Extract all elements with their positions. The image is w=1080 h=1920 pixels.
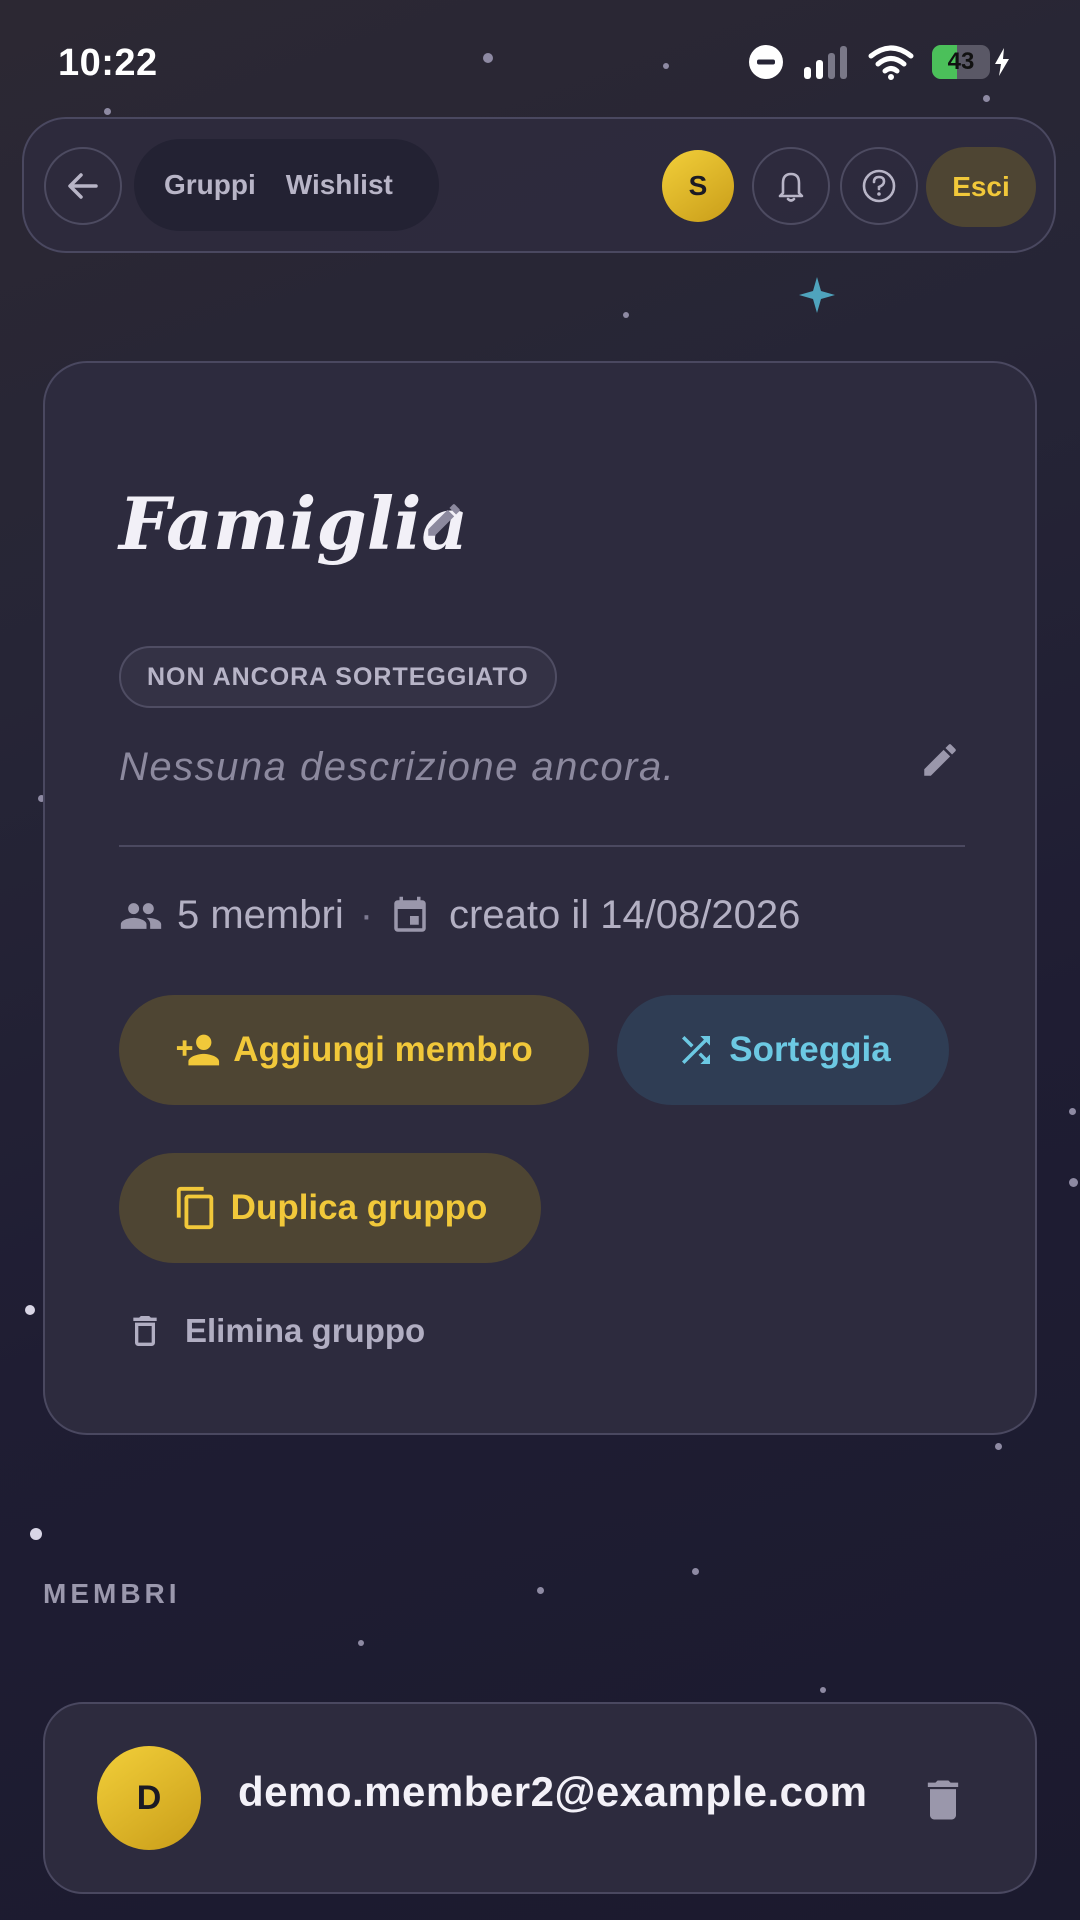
sparkle-icon <box>799 277 835 313</box>
edit-title-icon[interactable] <box>423 499 465 541</box>
help-button[interactable] <box>840 147 918 225</box>
calendar-icon <box>394 896 426 932</box>
separator-dot: · <box>359 893 374 937</box>
clock: 10:22 <box>58 42 158 84</box>
signal-icon <box>804 46 847 79</box>
star <box>30 1528 42 1540</box>
top-navigation-bar: Gruppi Wishlist S Esci <box>22 117 1056 253</box>
shuffle-icon <box>682 1036 711 1064</box>
notifications-button[interactable] <box>752 147 830 225</box>
list-item[interactable]: D demo.member2@example.com <box>43 1702 1037 1894</box>
members-section-title: MEMBRI <box>43 1578 181 1609</box>
group-title: Famiglia <box>119 481 469 566</box>
bell-icon <box>778 172 804 202</box>
edit-description-icon[interactable] <box>919 739 961 781</box>
star <box>537 1587 544 1594</box>
star <box>820 1687 826 1693</box>
delete-group-label: Elimina gruppo <box>185 1312 426 1349</box>
star <box>1069 1178 1078 1187</box>
delete-member-icon[interactable] <box>917 1774 969 1826</box>
star <box>692 1568 699 1575</box>
battery-percentage: 43 <box>947 48 975 75</box>
add-member-button[interactable]: Aggiungi membro <box>119 995 589 1105</box>
status-icons: 43 <box>748 44 1010 80</box>
draw-label: Sorteggia <box>729 1030 891 1069</box>
star <box>25 1305 35 1315</box>
avatar: D <box>97 1746 201 1850</box>
description-field[interactable]: Nessuna descrizione ancora. <box>119 745 675 790</box>
arrow-left-icon <box>68 173 98 199</box>
member-email: demo.member2@example.com <box>238 1768 868 1815</box>
people-icon <box>120 902 162 929</box>
duplicate-group-button[interactable]: Duplica gruppo <box>119 1153 541 1263</box>
tab-wishlist[interactable]: Wishlist <box>271 169 408 201</box>
divider <box>119 845 965 847</box>
delete-group-button[interactable]: Elimina gruppo <box>125 1311 425 1351</box>
star <box>1069 1108 1076 1115</box>
copy-icon <box>176 1186 213 1230</box>
star <box>358 1640 364 1646</box>
wifi-icon <box>868 45 914 80</box>
nav-tabs: Gruppi Wishlist <box>134 139 439 231</box>
members-count: 5 membri <box>177 893 344 937</box>
created-date: creato il 14/08/2026 <box>449 893 801 937</box>
charging-bolt-icon <box>995 48 1009 76</box>
battery-indicator: 43 <box>932 45 990 79</box>
star <box>623 312 629 318</box>
group-card: Famiglia NON ANCORA SORTEGGIATO Nessuna … <box>43 361 1037 1435</box>
back-button[interactable] <box>44 147 122 225</box>
draw-button[interactable]: Sorteggia <box>617 995 949 1105</box>
status-bar: 10:22 43 <box>0 0 1080 120</box>
trash-icon <box>133 1316 157 1346</box>
help-circle-icon <box>862 169 896 203</box>
duplicate-group-label: Duplica gruppo <box>230 1188 488 1227</box>
tab-gruppi[interactable]: Gruppi <box>134 169 271 201</box>
add-member-label: Aggiungi membro <box>233 1030 533 1069</box>
status-badge: NON ANCORA SORTEGGIATO <box>119 646 557 708</box>
logout-button[interactable]: Esci <box>926 147 1036 227</box>
person-add-icon <box>177 1034 220 1066</box>
group-meta: 5 membri · creato il 14/08/2026 <box>119 893 800 938</box>
do-not-disturb-icon <box>749 45 783 79</box>
user-avatar[interactable]: S <box>662 150 734 222</box>
star <box>995 1443 1002 1450</box>
